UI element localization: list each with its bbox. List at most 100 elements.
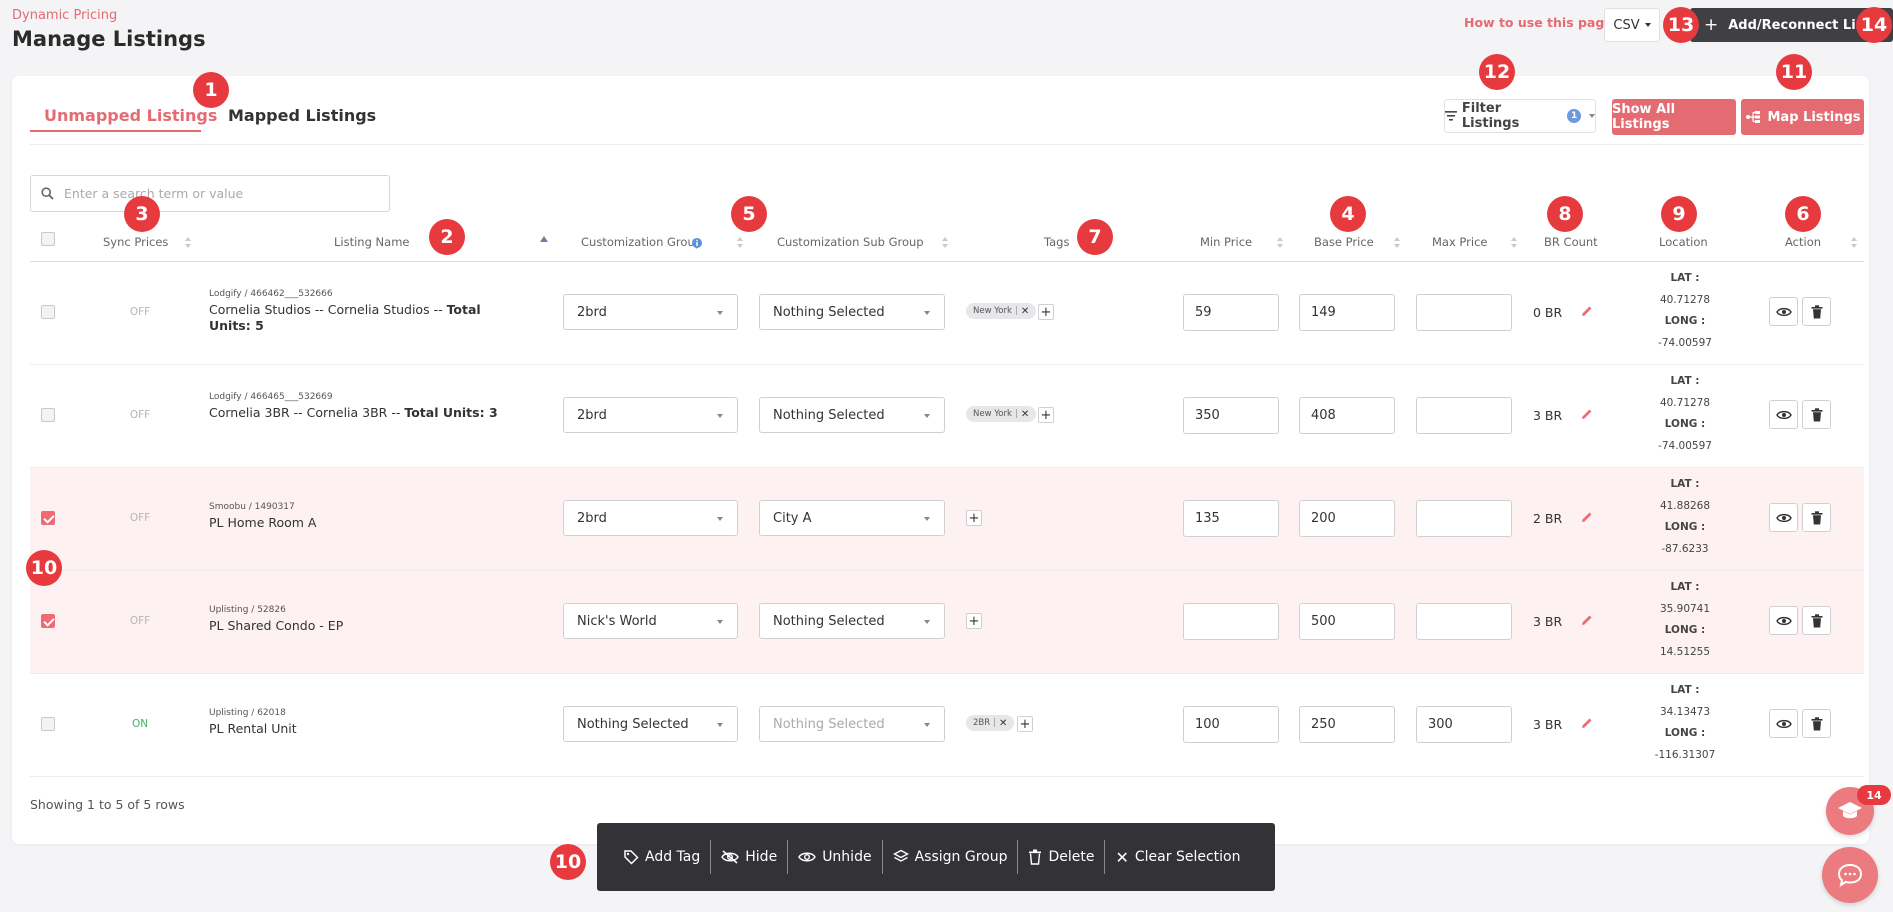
sync-prices-toggle[interactable]: OFF (110, 512, 170, 524)
base-price-input[interactable]: 408 (1299, 397, 1395, 434)
view-listing-button[interactable] (1769, 606, 1798, 635)
customization-group-select[interactable]: Nothing Selected (563, 706, 738, 742)
max-price-input[interactable] (1416, 294, 1512, 331)
edit-pencil-icon[interactable] (1580, 716, 1594, 730)
view-listing-button[interactable] (1769, 503, 1798, 532)
clear-selection-button[interactable]: ✕ Clear Selection (1105, 840, 1250, 874)
sort-icon[interactable] (1276, 236, 1284, 250)
sync-prices-toggle[interactable]: OFF (110, 615, 170, 627)
add-tag-icon[interactable]: + (1038, 304, 1054, 320)
add-tag-icon[interactable]: + (1017, 716, 1033, 732)
customization-group-select[interactable]: 2brd (563, 397, 738, 433)
annotation-marker: 6 (1785, 196, 1821, 232)
sort-icon[interactable] (1510, 236, 1518, 250)
base-price-input[interactable]: 500 (1299, 603, 1395, 640)
delete-listing-button[interactable] (1802, 400, 1831, 429)
help-link[interactable]: How to use this page? (1464, 15, 1620, 30)
delete-listing-button[interactable] (1802, 503, 1831, 532)
max-price-input[interactable]: 300 (1416, 706, 1512, 743)
add-tag-icon[interactable]: + (1038, 407, 1054, 423)
customization-group-select[interactable]: Nick's World (563, 603, 738, 639)
customization-group-value: Nothing Selected (577, 716, 689, 732)
max-price-input[interactable] (1416, 397, 1512, 434)
bulk-action-bar: Add Tag Hide Unhide Assign Group Delete … (597, 823, 1275, 891)
view-listing-button[interactable] (1769, 400, 1798, 429)
min-price-input[interactable] (1183, 603, 1279, 640)
column-header-min-price[interactable]: Min Price (1200, 235, 1252, 249)
column-header-listing-name[interactable]: Listing Name (334, 235, 409, 249)
row-checkbox[interactable] (41, 717, 55, 731)
edit-pencil-icon[interactable] (1580, 304, 1594, 318)
column-header-customization-sub-group[interactable]: Customization Sub Group (777, 235, 924, 249)
map-listings-button[interactable]: Map Listings (1741, 99, 1864, 135)
customization-group-select[interactable]: 2brd (563, 500, 738, 536)
customization-group-select[interactable]: 2brd (563, 294, 738, 330)
customization-sub-group-select[interactable]: Nothing Selected (759, 294, 945, 330)
annotation-marker: 12 (1479, 54, 1515, 90)
select-all-checkbox[interactable] (41, 232, 55, 246)
sort-icon[interactable] (1850, 236, 1858, 250)
hide-button[interactable]: Hide (711, 840, 787, 874)
column-header-br-count: BR Count (1544, 235, 1598, 249)
active-tab-indicator (30, 130, 201, 132)
max-price-input[interactable] (1416, 603, 1512, 640)
customization-sub-group-select[interactable]: Nothing Selected (759, 603, 945, 639)
sort-ascending-icon[interactable] (540, 236, 548, 242)
edit-pencil-icon[interactable] (1580, 510, 1594, 524)
remove-tag-icon[interactable]: ✕ (1021, 306, 1029, 317)
location: LAT : 34.13473 LONG : -116.31307 (1640, 680, 1730, 766)
remove-tag-icon[interactable]: ✕ (1021, 409, 1029, 420)
search-input[interactable] (62, 185, 362, 202)
eye-icon (1775, 307, 1792, 316)
base-price-input[interactable]: 149 (1299, 294, 1395, 331)
column-header-location: Location (1659, 235, 1708, 249)
assign-group-button[interactable]: Assign Group (883, 840, 1018, 874)
sort-icon[interactable] (941, 236, 949, 250)
min-price-input[interactable]: 59 (1183, 294, 1279, 331)
export-format-dropdown[interactable]: CSV (1604, 8, 1660, 42)
column-header-customization-group[interactable]: Customization Group (581, 235, 702, 249)
sort-icon[interactable] (184, 236, 192, 250)
tab-mapped-listings[interactable]: Mapped Listings (228, 106, 376, 125)
row-checkbox[interactable] (41, 511, 55, 525)
sync-prices-toggle[interactable]: OFF (110, 409, 170, 421)
delete-listing-button[interactable] (1802, 709, 1831, 738)
sync-prices-toggle[interactable]: OFF (110, 306, 170, 318)
row-checkbox[interactable] (41, 408, 55, 422)
search-field[interactable] (30, 175, 390, 212)
filter-listings-button[interactable]: Filter Listings 1 (1444, 99, 1596, 133)
add-tag-icon[interactable]: + (966, 613, 982, 629)
min-price-input[interactable]: 100 (1183, 706, 1279, 743)
column-header-base-price[interactable]: Base Price (1314, 235, 1374, 249)
show-all-listings-button[interactable]: Show All Listings (1612, 99, 1736, 135)
view-listing-button[interactable] (1769, 709, 1798, 738)
latitude-label: LAT : (1670, 684, 1700, 696)
bulk-delete-button[interactable]: Delete (1018, 840, 1104, 874)
min-price-input[interactable]: 135 (1183, 500, 1279, 537)
tab-unmapped-listings[interactable]: Unmapped Listings (44, 106, 217, 125)
remove-tag-icon[interactable]: ✕ (999, 718, 1007, 729)
max-price-input[interactable] (1416, 500, 1512, 537)
column-header-max-price[interactable]: Max Price (1432, 235, 1487, 249)
sort-icon[interactable] (1393, 236, 1401, 250)
view-listing-button[interactable] (1769, 297, 1798, 326)
edit-pencil-icon[interactable] (1580, 407, 1594, 421)
annotation-marker: 5 (731, 196, 767, 232)
min-price-input[interactable]: 350 (1183, 397, 1279, 434)
add-tag-button[interactable]: Add Tag (613, 840, 710, 874)
sort-icon[interactable] (736, 236, 744, 250)
base-price-input[interactable]: 250 (1299, 706, 1395, 743)
unhide-button[interactable]: Unhide (788, 840, 881, 874)
delete-listing-button[interactable] (1802, 606, 1831, 635)
customization-sub-group-select[interactable]: Nothing Selected (759, 397, 945, 433)
add-tag-icon[interactable]: + (966, 510, 982, 526)
delete-listing-button[interactable] (1802, 297, 1831, 326)
row-checkbox[interactable] (41, 614, 55, 628)
chat-button[interactable] (1822, 847, 1878, 903)
column-header-sync-prices[interactable]: Sync Prices (103, 235, 168, 249)
row-checkbox[interactable] (41, 305, 55, 319)
customization-sub-group-select[interactable]: City A (759, 500, 945, 536)
base-price-input[interactable]: 200 (1299, 500, 1395, 537)
edit-pencil-icon[interactable] (1580, 613, 1594, 627)
sync-prices-toggle[interactable]: ON (110, 718, 170, 730)
